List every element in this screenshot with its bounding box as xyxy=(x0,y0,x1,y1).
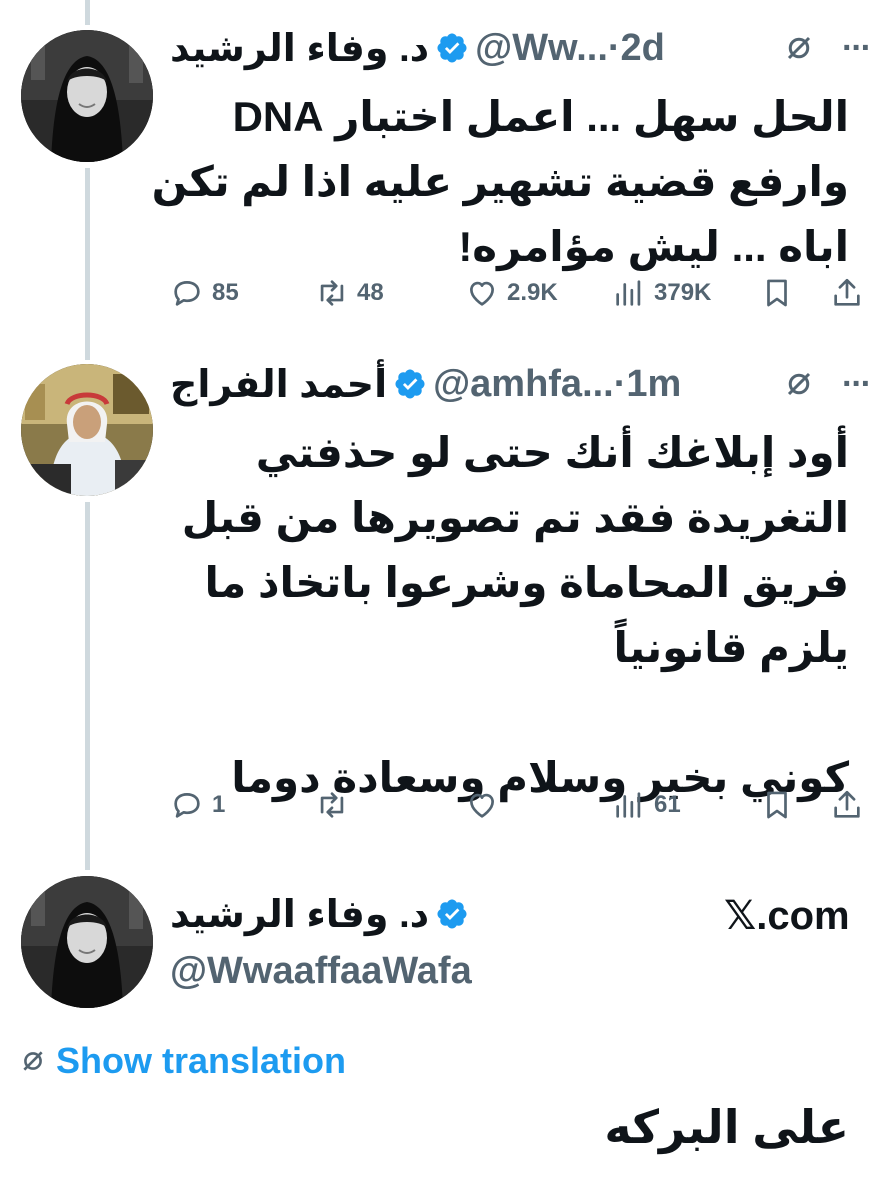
views-button[interactable]: 379K xyxy=(612,273,711,313)
retweet-icon xyxy=(320,792,344,818)
avatar[interactable] xyxy=(21,876,153,1008)
heart-icon xyxy=(470,793,494,818)
bookmark-icon xyxy=(767,791,787,819)
thread-line-top xyxy=(85,0,90,25)
reply-button[interactable]: 85 xyxy=(170,273,239,313)
views-count: 61 xyxy=(654,791,681,818)
verified-badge-icon xyxy=(395,369,425,399)
thread-line-middle xyxy=(85,168,90,360)
views-icon xyxy=(616,280,641,306)
share-button[interactable] xyxy=(830,273,864,313)
retweet-button[interactable]: 48 xyxy=(315,273,384,313)
show-translation-label: Show translation xyxy=(56,1040,347,1081)
share-icon xyxy=(834,278,860,306)
thread-line-bottom xyxy=(85,502,90,870)
share-icon xyxy=(834,790,860,818)
show-translation-button[interactable]: Show translation xyxy=(20,1040,346,1082)
handle-time[interactable]: @Ww...·2d xyxy=(475,27,665,70)
translate-icon[interactable] xyxy=(784,33,814,63)
retweet-count: 48 xyxy=(357,279,384,306)
author-name[interactable]: أحمد الفراج xyxy=(170,362,387,407)
views-count: 379K xyxy=(654,279,712,306)
avatar[interactable] xyxy=(21,364,153,496)
reply-icon xyxy=(174,281,200,306)
like-count: 2.9K xyxy=(507,279,558,306)
views-button[interactable]: 61 xyxy=(612,785,681,825)
heart-icon xyxy=(470,281,494,306)
tweet-text: الحل سهل ... اعمل اختبار DNA وارفع قضية … xyxy=(151,93,849,270)
main-post-header: د. وفاء الرشيد xyxy=(170,890,530,938)
views-icon xyxy=(616,792,641,818)
avatar[interactable] xyxy=(21,30,153,162)
author-name[interactable]: د. وفاء الرشيد xyxy=(170,26,429,71)
main-post-text: على البركه xyxy=(604,1101,849,1153)
bookmark-button[interactable] xyxy=(760,785,794,825)
author-handle[interactable]: @WwaaffaaWafa xyxy=(170,950,472,993)
more-dots-icon[interactable]: ··· xyxy=(842,365,872,404)
tweet-header: أحمد الفراج @amhfa...·1m ··· xyxy=(170,360,872,408)
reply-count: 85 xyxy=(212,279,239,306)
translate-icon xyxy=(23,1051,43,1071)
retweet-button[interactable] xyxy=(315,785,357,825)
like-button[interactable]: 2.9K xyxy=(465,273,558,313)
author-name[interactable]: د. وفاء الرشيد xyxy=(170,892,429,937)
more-dots-icon[interactable]: ··· xyxy=(842,29,872,68)
reply-icon xyxy=(174,793,200,818)
reply-count: 1 xyxy=(212,791,226,818)
bookmark-icon xyxy=(767,279,787,307)
bookmark-button[interactable] xyxy=(760,273,794,313)
tweet-text: أود إبلاغك أنك حتى لو حذفتي التغريدة فقد… xyxy=(181,429,849,801)
handle-time[interactable]: @amhfa...·1m xyxy=(433,363,681,406)
tweet-header: د. وفاء الرشيد @Ww...·2d ··· xyxy=(170,24,872,72)
reply-button[interactable]: 1 xyxy=(170,785,225,825)
tweet-actions: 1 61 xyxy=(170,785,870,825)
share-button[interactable] xyxy=(830,785,864,825)
tweet-actions: 85 48 2.9K 379K xyxy=(170,273,870,313)
like-button[interactable] xyxy=(465,785,507,825)
site-logo[interactable]: 𝕏.com xyxy=(724,893,850,939)
verified-badge-icon xyxy=(437,33,467,63)
translate-icon[interactable] xyxy=(784,369,814,399)
retweet-icon xyxy=(320,280,344,306)
verified-badge-icon xyxy=(437,899,467,929)
